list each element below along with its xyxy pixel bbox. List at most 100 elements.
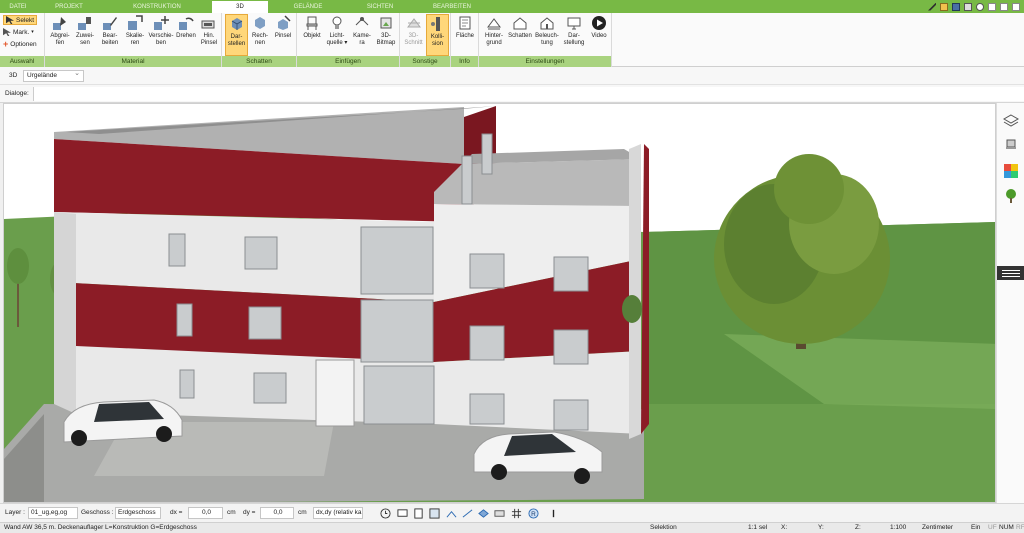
furniture-chair-icon[interactable]: [1003, 138, 1019, 154]
beleuchtung-button[interactable]: Beleuch- tung: [534, 14, 560, 47]
dropdown-icon: ▾: [31, 29, 34, 35]
tab-projekt[interactable]: PROJEKT: [36, 0, 102, 13]
dialog-row: Dialoge:: [0, 85, 1024, 103]
verschieben-button[interactable]: Verschie- ben: [148, 14, 174, 47]
objekt-button[interactable]: Objekt: [300, 14, 324, 40]
skalieren-label-1: Skalie-: [125, 33, 145, 39]
kamera-button[interactable]: Kame- ra: [351, 14, 373, 47]
lichtquelle-button[interactable]: Licht- quelle ▾: [325, 14, 349, 47]
plane-icon[interactable]: [478, 508, 489, 519]
status-unit: Zentimeter: [922, 524, 954, 531]
maximize-icon[interactable]: [1000, 2, 1008, 11]
raster-r-icon[interactable]: R: [528, 508, 539, 519]
hin-pinsel-button[interactable]: Hin. Pinsel: [198, 14, 220, 47]
layer-label: Layer :: [5, 509, 25, 516]
pen-icon[interactable]: [928, 2, 936, 11]
save-icon[interactable]: [952, 2, 960, 11]
geschoss-select[interactable]: Erdgeschoss: [115, 507, 161, 519]
group-label-einstellungen: Einstellungen: [479, 56, 611, 67]
plant-tree-icon[interactable]: [1003, 188, 1019, 204]
scale-icon: [128, 15, 143, 30]
screen-icon[interactable]: [397, 508, 408, 519]
layers-icon[interactable]: [1003, 113, 1019, 129]
tab-3d[interactable]: 3D: [212, 0, 268, 13]
bearbeiten-button[interactable]: Bear- beiten: [98, 14, 122, 47]
3d-schnitt-button[interactable]: 3D- Schnitt: [402, 14, 425, 47]
help-icon[interactable]: [976, 2, 984, 11]
darstellung-button[interactable]: Dar- stellung: [561, 14, 587, 47]
close-icon[interactable]: [1012, 2, 1020, 11]
kollision-button[interactable]: Kolli- sion: [426, 14, 449, 56]
coordinate-mode-select[interactable]: dx,dy (relativ ka: [313, 507, 363, 519]
bitmap-button[interactable]: 3D- Bitmap: [374, 14, 398, 47]
angle-icon[interactable]: [446, 508, 457, 519]
grid-icon[interactable]: [511, 508, 522, 519]
abgreifen-label-1: Abgrei-: [50, 33, 70, 39]
3d-scene[interactable]: [4, 104, 996, 503]
optionen-button[interactable]: + Optionen: [3, 40, 37, 49]
schatten-pinsel-button[interactable]: Pinsel: [272, 14, 294, 40]
skalieren-button[interactable]: Skalie- ren: [123, 14, 147, 47]
marker-icon: [3, 28, 11, 36]
folder-icon[interactable]: [940, 2, 948, 11]
tab-sichten[interactable]: SICHTEN: [348, 0, 412, 13]
einstellungen-schatten-label: Schatten: [508, 33, 532, 39]
group-label-auswahl: Auswahl: [0, 56, 44, 67]
einstellungen-schatten-button[interactable]: Schatten: [507, 14, 533, 40]
terrain-select[interactable]: Urgelände: [23, 69, 84, 82]
tab-datei[interactable]: DATEI: [0, 0, 36, 13]
hin-pinsel-label-1: Hin.: [203, 33, 215, 39]
menu-tab-bar: DATEI PROJEKT KONSTRUKTION 3D GELÄNDE SI…: [0, 0, 1024, 13]
status-z: Z:: [855, 524, 861, 531]
lichtquelle-label-2: quelle: [326, 40, 343, 46]
tab-konstruktion[interactable]: KONSTRUKTION: [102, 0, 212, 13]
minimize-icon[interactable]: [988, 2, 996, 11]
zuweisen-button[interactable]: Zuwei- sen: [73, 14, 97, 47]
flaeche-button[interactable]: Fläche: [453, 14, 477, 40]
house-light-icon: [540, 17, 554, 30]
clock-icon[interactable]: [380, 508, 391, 519]
snap-icon[interactable]: [429, 508, 440, 519]
rotate-icon: [179, 17, 194, 30]
panel-toggle-icon[interactable]: [997, 266, 1024, 280]
cursor-line-icon[interactable]: [548, 508, 559, 519]
right-block-edge: [629, 144, 641, 439]
abgreifen-button[interactable]: Abgrei- fen: [48, 14, 72, 47]
drehen-button[interactable]: Drehen: [175, 14, 197, 40]
background-icon: [487, 18, 501, 30]
bearbeiten-label-2: beiten: [101, 40, 119, 46]
eyedropper-icon: [53, 17, 66, 30]
print-preview-icon[interactable]: [413, 508, 424, 519]
schatten-pinsel-label: Pinsel: [274, 33, 292, 39]
tab-bearbeiten[interactable]: BEARBEITEN: [412, 0, 492, 13]
dy-input[interactable]: 0,0: [260, 507, 294, 519]
dx-input[interactable]: 0,0: [188, 507, 223, 519]
status-ein: Ein: [971, 524, 981, 531]
hintergrund-button[interactable]: Hinter- grund: [481, 14, 507, 47]
drehen-label: Drehen: [176, 33, 196, 39]
status-zoom: 1:100: [890, 524, 907, 531]
surface-icon[interactable]: [494, 508, 505, 519]
tab-gelaende[interactable]: GELÄNDE: [268, 0, 348, 13]
video-button[interactable]: Video: [588, 14, 610, 40]
rechnen-button[interactable]: Rech- nen: [249, 14, 271, 47]
section-cut-icon: [406, 18, 421, 28]
dx-unit: cm: [227, 509, 236, 516]
layer-select[interactable]: 01_ug,eg,og: [28, 507, 78, 519]
mark-button[interactable]: Mark. ▾: [3, 28, 34, 36]
darstellen-button[interactable]: Dar- stellen: [225, 14, 248, 56]
right-side-panel: [996, 103, 1024, 503]
selekt-button[interactable]: Selekt: [3, 15, 38, 25]
status-x: X:: [781, 524, 788, 531]
mark-label: Mark.: [13, 28, 30, 36]
material-palette-icon[interactable]: [1003, 163, 1019, 179]
area-icon: [459, 16, 471, 30]
darstellen-label-2: stellen: [227, 41, 246, 47]
group-schatten: Dar- stellen Rech- nen Pinsel Schatten: [222, 13, 297, 67]
line-snap-icon[interactable]: [462, 508, 473, 519]
bush: [622, 295, 642, 323]
cursor-icon: [6, 16, 14, 24]
3d-viewport[interactable]: [3, 103, 996, 503]
status-mode: Selektion: [650, 524, 677, 531]
print-icon[interactable]: [964, 2, 972, 11]
